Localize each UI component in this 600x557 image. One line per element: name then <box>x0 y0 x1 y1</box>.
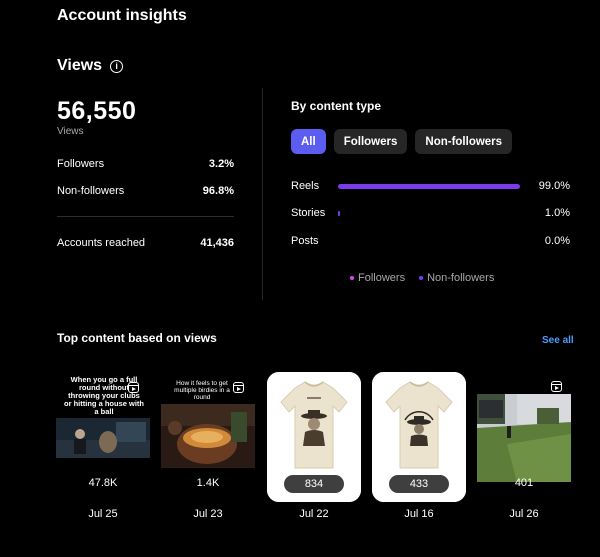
post-date: Jul 26 <box>509 508 539 520</box>
chip-followers[interactable]: Followers <box>333 129 408 154</box>
legend-non-followers: Non-followers <box>419 272 494 284</box>
divider <box>57 216 234 217</box>
content-card[interactable]: When you go a full round without throwin… <box>56 372 150 502</box>
legend-dot <box>350 276 354 280</box>
post-caption: How it feels to get multiple birdies in … <box>174 380 230 401</box>
content-card[interactable]: 433 <box>372 372 466 502</box>
views-total-label: Views <box>57 126 84 137</box>
view-count-pill: 433 <box>389 475 449 493</box>
video-thumbnail <box>56 418 150 458</box>
content-row-reels: Reels 99.0% <box>291 179 570 195</box>
content-card[interactable]: 834 <box>267 372 361 502</box>
info-icon[interactable]: i <box>110 59 124 73</box>
content-type-filter: All Followers Non-followers <box>291 129 513 154</box>
post-date: Jul 16 <box>404 508 434 520</box>
content-row-stories: Stories 1.0% <box>291 206 570 222</box>
row-value: 1.0% <box>544 207 570 219</box>
row-value: 99.0% <box>538 180 570 192</box>
accounts-reached-label: Accounts reached <box>57 237 146 249</box>
chip-all[interactable]: All <box>291 129 326 154</box>
views-total: 56,550 <box>57 97 137 125</box>
view-count: 1.4K <box>196 477 220 489</box>
content-row-posts: Posts 0.0% <box>291 234 570 250</box>
reel-icon <box>551 381 562 392</box>
video-thumbnail <box>161 404 255 468</box>
chip-non-followers[interactable]: Non-followers <box>415 129 513 154</box>
content-card[interactable]: How it feels to get multiple birdies in … <box>161 372 255 502</box>
page-title: Account insights <box>57 7 187 24</box>
content-type-title: By content type <box>291 99 382 113</box>
vertical-divider <box>262 88 263 300</box>
content-card[interactable]: 401 <box>477 372 571 502</box>
legend-label: Followers <box>358 272 406 284</box>
views-label: Views <box>57 57 103 74</box>
top-content-title: Top content based on views <box>57 331 217 345</box>
reel-icon <box>128 382 139 393</box>
post-date: Jul 25 <box>88 508 118 520</box>
views-header: Views i <box>57 57 124 75</box>
chart-legend: Followers Non-followers <box>350 272 494 284</box>
followers-value: 3.2% <box>208 158 234 170</box>
reel-icon <box>233 382 244 393</box>
row-label: Posts <box>291 235 319 247</box>
accounts-reached-value: 41,436 <box>200 237 234 249</box>
video-thumbnail <box>477 394 571 482</box>
row-label: Reels <box>291 180 320 192</box>
legend-followers: Followers <box>350 272 405 284</box>
row-label: Stories <box>291 207 326 219</box>
followers-stat: Followers 3.2% <box>57 158 234 170</box>
non-followers-stat: Non-followers 96.8% <box>57 185 234 197</box>
post-date: Jul 22 <box>299 508 329 520</box>
accounts-reached-stat: Accounts reached 41,436 <box>57 237 234 249</box>
legend-dot <box>419 276 424 280</box>
see-all-link[interactable]: See all <box>542 335 574 346</box>
followers-label: Followers <box>57 158 105 170</box>
stories-bar <box>338 211 340 216</box>
view-count: 47.8K <box>88 477 118 489</box>
row-value: 0.0% <box>544 235 570 247</box>
legend-label: Non-followers <box>427 272 495 284</box>
view-count: 401 <box>514 477 534 489</box>
view-count-pill: 834 <box>284 475 344 493</box>
non-followers-value: 96.8% <box>202 185 234 197</box>
post-date: Jul 23 <box>193 508 223 520</box>
reels-bar <box>338 184 521 189</box>
non-followers-label: Non-followers <box>57 185 125 197</box>
